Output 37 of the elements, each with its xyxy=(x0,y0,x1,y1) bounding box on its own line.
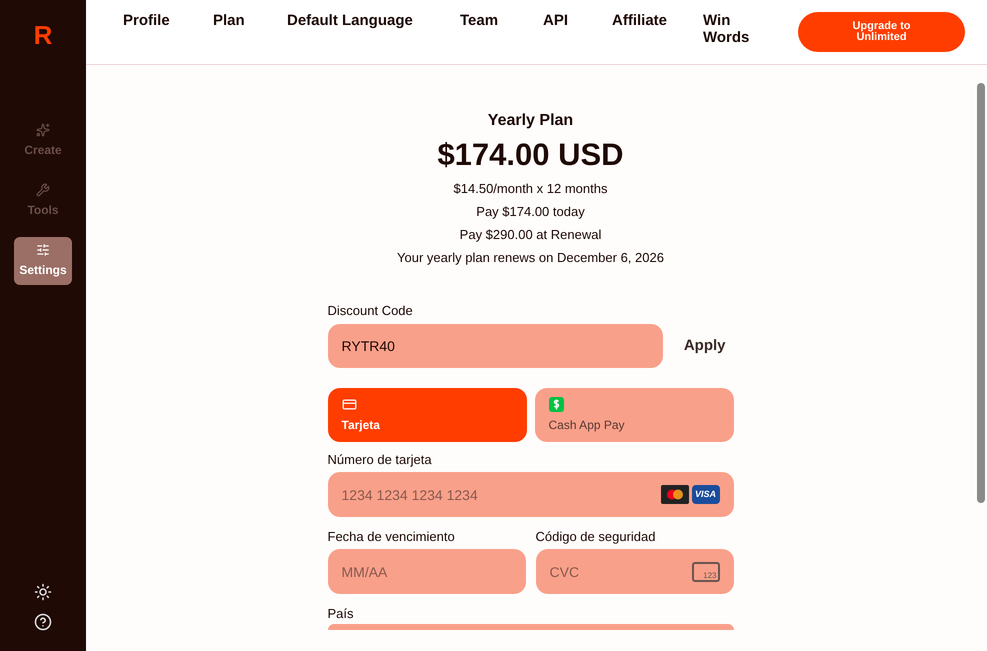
help-icon[interactable] xyxy=(34,613,52,631)
field-label: Código de seguridad xyxy=(536,529,656,544)
mastercard-icon xyxy=(660,485,688,504)
plan-detail: Pay $290.00 at Renewal xyxy=(460,227,602,242)
plan-detail: $14.50/month x 12 months xyxy=(454,181,608,196)
plan-price: $174.00 USD xyxy=(437,137,624,173)
wrench-icon xyxy=(36,183,50,197)
payment-method-tab[interactable]: Cash App Pay xyxy=(534,388,734,442)
field-label: Número de tarjeta xyxy=(328,452,433,467)
payment-method-tab[interactable]: Tarjeta xyxy=(328,388,526,442)
nav-link[interactable]: Affiliate xyxy=(612,12,703,29)
field-label: País xyxy=(328,606,355,621)
nav-link[interactable]: Team xyxy=(460,12,543,29)
visa-badge: VISA xyxy=(692,485,720,504)
card-icon xyxy=(342,396,356,412)
sparkles-icon xyxy=(36,123,50,137)
plan-detail: Pay $174.00 today xyxy=(476,204,585,219)
sun-icon[interactable] xyxy=(34,583,52,601)
field-label: Discount Code xyxy=(328,303,414,318)
upgrade-button[interactable]: Upgrade to Unlimited xyxy=(798,12,965,52)
nav-link[interactable]: Default Language xyxy=(287,12,460,29)
field-label: Fecha de vencimiento xyxy=(328,529,456,544)
settings-icon xyxy=(36,243,50,257)
nav-link[interactable]: API xyxy=(543,12,612,29)
nav-link[interactable]: Plan xyxy=(213,12,287,29)
expiry-field[interactable]: MM/AA xyxy=(328,549,526,594)
nav-link[interactable]: Profile xyxy=(123,12,213,29)
logo[interactable]: R xyxy=(34,16,52,55)
nav-link[interactable]: Win Words xyxy=(703,12,783,46)
plan-detail: Your yearly plan renews on December 6, 2026 xyxy=(397,250,664,265)
country-field[interactable] xyxy=(328,624,734,630)
cvc-card-icon: 123 xyxy=(692,562,720,582)
dollar-icon xyxy=(548,396,564,412)
plan-name: Yearly Plan xyxy=(488,111,574,131)
sidebar-item[interactable]: Settings xyxy=(14,237,72,285)
apply-button[interactable]: Apply xyxy=(684,334,726,358)
discount-field[interactable]: RYTR40 xyxy=(328,324,662,368)
